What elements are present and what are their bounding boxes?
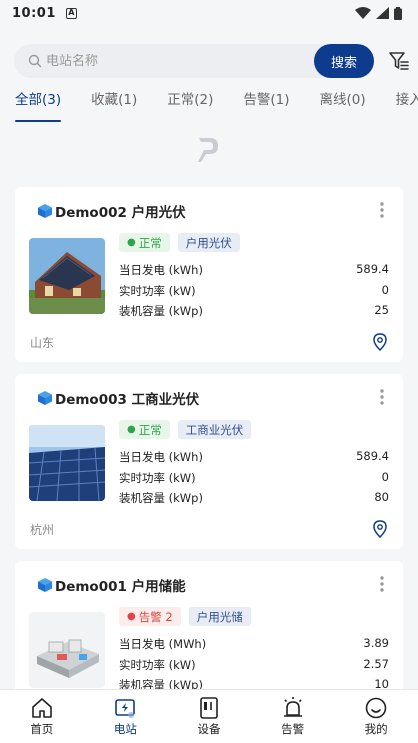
type-badge: 户用光伏 <box>177 233 240 252</box>
station-title: Demo002 户用光伏 <box>37 201 186 221</box>
station-photo <box>29 238 105 314</box>
location-pin-icon[interactable] <box>373 520 387 538</box>
metric-daily-yield: 当日发电 (MWh) 3.89 <box>119 636 389 651</box>
cube-icon <box>38 204 52 218</box>
bottom-nav: 首页 电站 设备 告警 我的 <box>0 689 418 743</box>
search-box: 搜索 <box>14 44 374 78</box>
station-tags: ● 告警 2 户用光储 <box>119 607 251 626</box>
status-icons <box>355 6 402 20</box>
cube-icon <box>38 391 52 405</box>
status-badge: ● 正常 <box>119 420 170 439</box>
tab-all[interactable]: 全部(3) <box>15 88 62 124</box>
more-icon[interactable] <box>379 201 385 219</box>
station-name: Demo003 工商业光伏 <box>55 392 200 408</box>
search-button[interactable]: 搜索 <box>314 44 374 78</box>
brand-logo <box>198 138 218 162</box>
metric-daily-yield: 当日发电 (kWh) 589.4 <box>119 449 389 464</box>
station-photo <box>29 425 105 501</box>
metric-realtime-power: 实时功率 (kW) 2.57 <box>119 657 389 672</box>
station-name: Demo002 户用光伏 <box>55 205 186 221</box>
station-tags: ● 正常 户用光伏 <box>119 233 240 252</box>
nav-device[interactable]: 设备 <box>167 690 251 743</box>
status-time: 10:01 <box>12 5 56 21</box>
alarm-icon <box>283 697 302 717</box>
status-badge: ● 告警 2 <box>119 607 181 626</box>
tab-normal[interactable]: 正常(2) <box>167 88 213 124</box>
nav-station[interactable]: 电站 <box>84 690 168 743</box>
tab-alarm[interactable]: 告警(1) <box>243 88 289 124</box>
metric-capacity: 装机容量 (kWp) 80 <box>119 490 389 505</box>
station-card[interactable]: Demo001 户用储能 ● 告警 2 户用光储 当日发电 (MWh) 3.89 实… <box>15 561 403 701</box>
station-title: Demo003 工商业光伏 <box>37 388 199 408</box>
tab-offline[interactable]: 离线(0) <box>320 88 366 124</box>
nav-alarm[interactable]: 告警 <box>251 690 335 743</box>
status-bar: 10:01 A <box>0 0 418 26</box>
metric-daily-yield: 当日发电 (kWh) 589.4 <box>119 262 389 277</box>
profile-icon <box>365 697 387 719</box>
metric-realtime-power: 实时功率 (kW) 0 <box>119 470 389 485</box>
notification-app-icon: A <box>65 7 77 19</box>
tab-favorites[interactable]: 收藏(1) <box>91 88 137 124</box>
station-tags: ● 正常 工商业光伏 <box>119 420 252 439</box>
tab-connecting[interactable]: 接入中( <box>396 88 418 124</box>
station-location: 杭州 <box>30 523 55 537</box>
metric-capacity: 装机容量 (kWp) 25 <box>119 303 389 318</box>
search-row: 搜索 <box>14 44 410 78</box>
station-photo <box>29 612 105 688</box>
wifi-icon <box>355 7 371 19</box>
station-location: 山东 <box>30 336 55 350</box>
nav-home[interactable]: 首页 <box>0 690 84 743</box>
battery-icon <box>394 6 402 20</box>
type-badge: 户用光储 <box>188 607 251 626</box>
metric-realtime-power: 实时功率 (kW) 0 <box>119 283 389 298</box>
more-icon[interactable] <box>379 575 385 593</box>
home-icon <box>31 698 52 718</box>
location-pin-icon[interactable] <box>373 333 387 351</box>
filter-icon[interactable] <box>388 50 410 72</box>
station-title: Demo001 户用储能 <box>37 575 186 595</box>
search-input[interactable] <box>46 53 286 69</box>
status-tabs: 全部(3) 收藏(1) 正常(2) 告警(1) 离线(0) 接入中( <box>0 88 418 124</box>
cube-icon <box>38 578 52 592</box>
station-card[interactable]: Demo003 工商业光伏 ● 正常 工商业光伏 当日发电 (kWh) 589.4 … <box>15 374 403 549</box>
status-badge: ● 正常 <box>119 233 170 252</box>
search-icon <box>28 53 44 69</box>
type-badge: 工商业光伏 <box>177 420 252 439</box>
station-card[interactable]: Demo002 户用光伏 ● 正常 户用光伏 当日发电 (kWh) 589.4 实时… <box>15 187 403 362</box>
device-icon <box>200 697 218 719</box>
nav-profile[interactable]: 我的 <box>334 690 418 743</box>
signal-icon <box>376 7 389 19</box>
station-icon <box>115 699 136 718</box>
station-name: Demo001 户用储能 <box>55 579 186 595</box>
more-icon[interactable] <box>379 388 385 406</box>
